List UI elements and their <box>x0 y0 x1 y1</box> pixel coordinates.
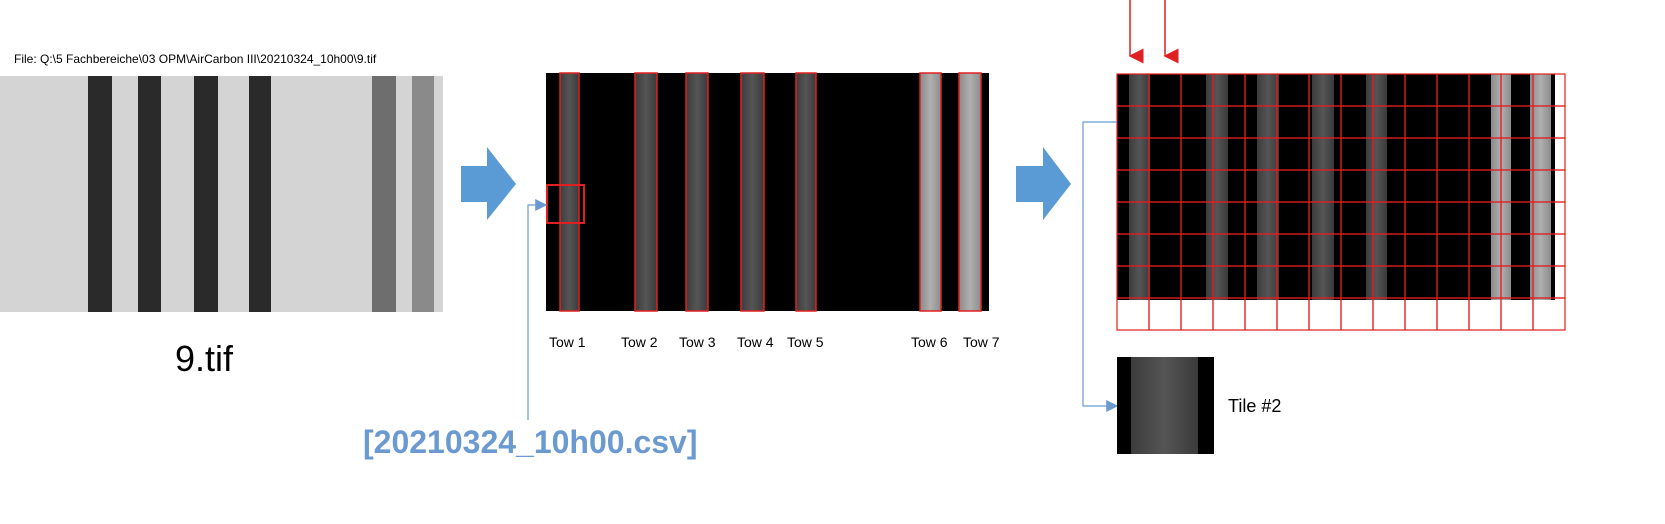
tiled-image <box>1116 73 1566 331</box>
tile-cell <box>1532 297 1566 331</box>
tile-cell <box>1404 297 1438 331</box>
tow-label-7: Tow 7 <box>963 334 1000 350</box>
block-arrow-1 <box>461 147 516 220</box>
tile-connector <box>1082 121 1119 412</box>
tile-cell <box>1468 297 1502 331</box>
tile-cell <box>1436 297 1470 331</box>
source-image <box>0 76 443 312</box>
tile-cell <box>1116 297 1150 331</box>
csv-connector <box>527 199 548 420</box>
diagram-canvas <box>0 0 1566 454</box>
tile-cell <box>1372 297 1406 331</box>
source-caption: 9.tif <box>175 338 234 379</box>
tow-label-5: Tow 5 <box>787 334 824 350</box>
tow-label-6: Tow 6 <box>911 334 948 350</box>
tow-label-4: Tow 4 <box>737 334 774 350</box>
tile-cell <box>1180 297 1214 331</box>
tow-label-1: Tow 1 <box>549 334 586 350</box>
csv-file-label: [20210324_10h00.csv] <box>363 424 698 460</box>
tile-cell <box>1212 297 1246 331</box>
file-path-label: File: Q:\5 Fachbereiche\03 OPM\AirCarbon… <box>14 52 377 66</box>
block-arrow-2 <box>1016 147 1071 220</box>
tile-cell <box>1500 297 1534 331</box>
tile-cell <box>1340 297 1374 331</box>
tile-cell <box>1148 297 1182 331</box>
tow-label-2: Tow 2 <box>621 334 658 350</box>
tile-cell <box>1276 297 1310 331</box>
segmented-image <box>546 72 989 312</box>
tile-2-image <box>1117 357 1214 454</box>
tile-label: Tile #2 <box>1228 396 1282 416</box>
tow-label-3: Tow 3 <box>679 334 716 350</box>
tile-cell <box>1244 297 1278 331</box>
tile-cell <box>1308 297 1342 331</box>
